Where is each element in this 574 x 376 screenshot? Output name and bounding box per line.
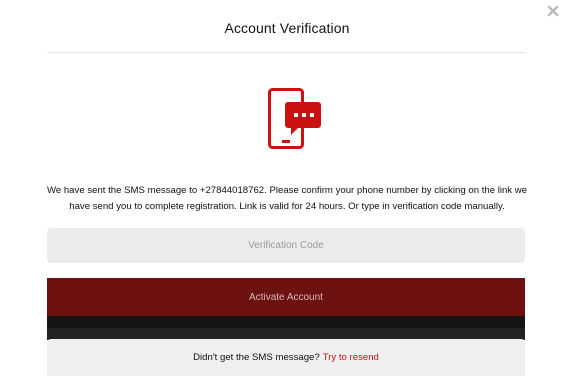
background-band [47,316,525,328]
close-icon[interactable] [546,4,560,18]
title-divider [47,52,525,53]
verification-message: We have sent the SMS message to +2784401… [46,185,528,212]
dialog-title: Account Verification [224,20,350,36]
resend-prompt: Didn't get the SMS message? [193,352,320,363]
phone-chat-icon [268,88,322,150]
verification-code-input[interactable] [47,228,525,263]
account-verification-dialog: Account Verification We have sent the SM… [0,0,574,376]
activate-account-button[interactable]: Activate Account [47,278,525,316]
try-to-resend-link[interactable]: Try to resend [323,352,379,363]
resend-panel: Didn't get the SMS message? Try to resen… [47,339,525,376]
